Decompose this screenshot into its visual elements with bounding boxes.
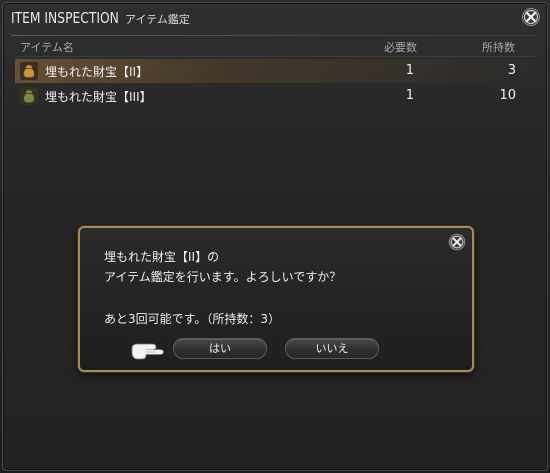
row-item-name: 埋もれた財宝【II】	[45, 65, 149, 79]
title-divider	[11, 35, 539, 36]
confirmation-dialog: 埋もれた財宝【II】の アイテム鑑定を行います。よろしいですか？ あと3回可能で…	[78, 226, 474, 372]
window-close-button[interactable]	[521, 7, 541, 27]
row-owned-count: 10	[499, 88, 516, 103]
window-subtitle: アイテム鑑定	[125, 13, 190, 26]
table-row[interactable]: 埋もれた財宝【III】 1 10	[15, 84, 535, 108]
row-item-name: 埋もれた財宝【III】	[45, 90, 152, 104]
close-icon	[448, 233, 466, 251]
treasure-pouch-icon	[20, 62, 38, 80]
dialog-message-line: アイテム鑑定を行います。よろしいですか？	[104, 270, 342, 284]
column-header-name: アイテム名	[20, 41, 74, 54]
table-row[interactable]: 埋もれた財宝【II】 1 3	[15, 59, 535, 83]
dialog-remaining-text: あと3回可能です。（所持数：3）	[104, 312, 281, 326]
close-icon	[522, 8, 540, 26]
dialog-message-line: 埋もれた財宝【II】の	[104, 250, 220, 264]
dialog-close-button[interactable]	[448, 233, 466, 251]
header-divider	[15, 56, 535, 57]
no-button[interactable]: いいえ	[285, 338, 379, 359]
window-title-bar: ITEM INSPECTION アイテム鑑定	[11, 9, 190, 35]
treasure-pouch-icon	[20, 87, 38, 105]
pointing-hand-cursor-icon	[131, 343, 164, 360]
column-header-owned: 所持数	[482, 41, 515, 54]
column-header-required: 必要数	[384, 41, 417, 54]
yes-button[interactable]: はい	[173, 338, 267, 359]
row-required-count: 1	[405, 88, 414, 103]
row-owned-count: 3	[507, 63, 516, 78]
background: ITEM INSPECTION アイテム鑑定 アイテム名 必要数 所持数 埋もれ…	[0, 0, 550, 473]
window-title: ITEM INSPECTION	[11, 9, 119, 27]
row-required-count: 1	[405, 63, 414, 78]
